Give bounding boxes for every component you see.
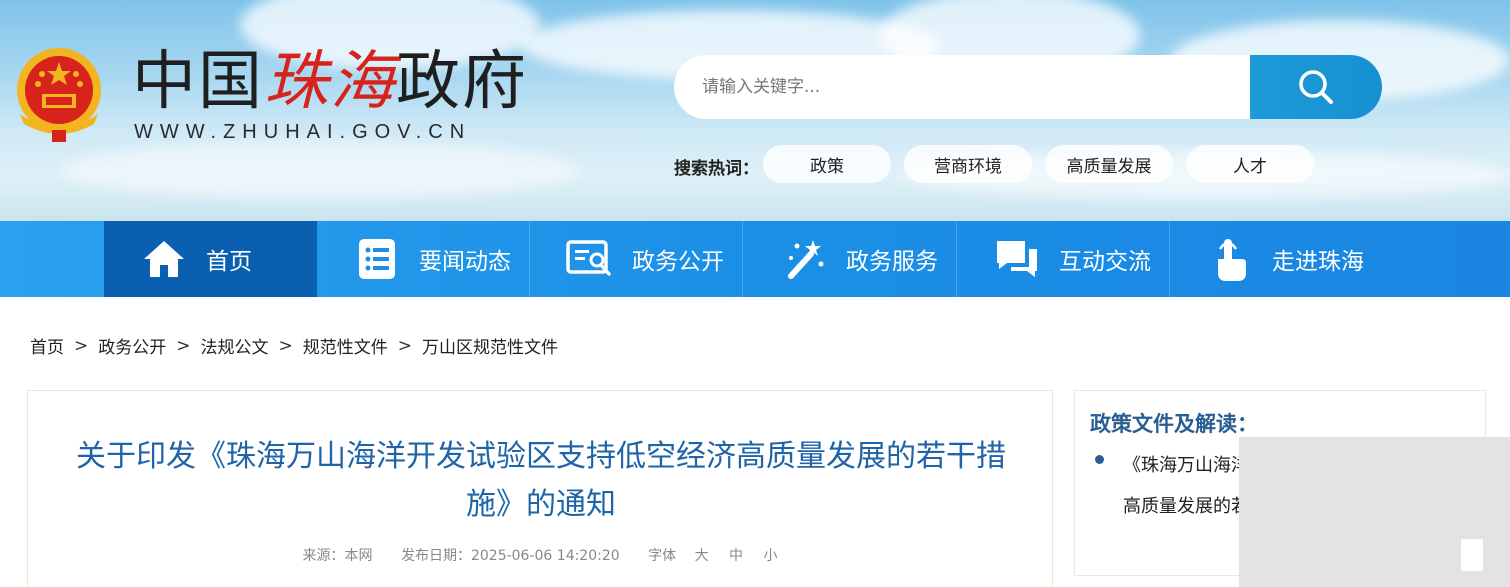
- article-date-label: 发布日期：: [400, 548, 471, 564]
- hot-words-label: 搜索热词：: [674, 159, 759, 179]
- nav-item-interaction[interactable]: 互动交流: [957, 221, 1170, 297]
- pointing-hand-icon: [1206, 235, 1254, 283]
- magic-wand-icon: [780, 235, 828, 283]
- search-button[interactable]: [1250, 55, 1382, 119]
- breadcrumb-regulations[interactable]: 法规公文: [201, 333, 269, 358]
- article-meta: 来源：本网 发布日期：2025-06-06 14:20:20 字体 大 中 小: [28, 545, 1054, 565]
- breadcrumb-government-affairs[interactable]: 政务公开: [98, 333, 166, 358]
- overlay-toggle[interactable]: [1461, 539, 1483, 571]
- breadcrumb-home[interactable]: 首页: [30, 333, 64, 358]
- nav-item-label: 要闻动态: [419, 249, 511, 275]
- nav-item-government-affairs[interactable]: 政务公开: [530, 221, 743, 297]
- national-emblem-icon: [17, 48, 101, 142]
- nav-item-label: 互动交流: [1059, 249, 1151, 275]
- nav-item-label: 政务公开: [632, 249, 724, 275]
- search-bar: [674, 55, 1382, 119]
- chat-bubbles-icon: [993, 235, 1041, 283]
- nav-item-home[interactable]: 首页: [104, 221, 317, 297]
- bullet-dot: [1095, 455, 1104, 464]
- hot-tag-high-quality-development[interactable]: 高质量发展: [1045, 145, 1173, 183]
- font-size-medium-button[interactable]: 中: [729, 548, 743, 564]
- hot-tag-talent[interactable]: 人才: [1186, 145, 1314, 183]
- breadcrumb-normative-documents[interactable]: 规范性文件: [303, 333, 388, 358]
- breadcrumb: 首页 > 政务公开 > 法规公文 > 规范性文件 > 万山区规范性文件: [30, 333, 558, 359]
- nav-item-news[interactable]: 要闻动态: [317, 221, 530, 297]
- site-url: WWW.ZHUHAI.GOV.CN: [134, 121, 472, 143]
- article-title: 关于印发《珠海万山海洋开发试验区支持低空经济高质量发展的若干措施》的通知: [76, 439, 1006, 522]
- site-title: 中国珠海政府: [132, 45, 528, 119]
- nav-item-label: 走进珠海: [1272, 249, 1364, 275]
- font-size-large-button[interactable]: 大: [695, 548, 709, 564]
- article-date: 2025-06-06 14:20:20: [470, 548, 620, 564]
- nav-item-services[interactable]: 政务服务: [744, 221, 957, 297]
- nav-item-label: 首页: [206, 249, 252, 275]
- font-size-small-button[interactable]: 小: [763, 548, 777, 564]
- home-icon: [140, 235, 188, 283]
- hot-tag-policy[interactable]: 政策: [763, 145, 891, 183]
- main-nav: 首页 要闻动态 政务公开 政务服务 互动交流 走进珠海: [0, 221, 1510, 297]
- nav-item-label: 政务服务: [846, 249, 938, 275]
- article-card: 关于印发《珠海万山海洋开发试验区支持低空经济高质量发展的若干措施》的通知 来源：…: [27, 390, 1053, 587]
- nav-item-about-zhuhai[interactable]: 走进珠海: [1170, 221, 1383, 297]
- header-banner: 中国珠海政府 WWW.ZHUHAI.GOV.CN 搜索热词： 政策 营商环境 高…: [0, 0, 1510, 221]
- font-size-label: 字体: [648, 548, 677, 564]
- article-source: 来源：本网: [302, 548, 373, 564]
- panel-title: 政策文件及解读：: [1090, 412, 1258, 436]
- hot-tag-business-environment[interactable]: 营商环境: [904, 145, 1032, 183]
- news-list-icon: [353, 235, 401, 283]
- breadcrumb-wanshan-documents[interactable]: 万山区规范性文件: [422, 333, 558, 358]
- document-search-icon: [566, 235, 614, 283]
- search-icon: [1299, 70, 1333, 104]
- search-input[interactable]: [674, 55, 1254, 119]
